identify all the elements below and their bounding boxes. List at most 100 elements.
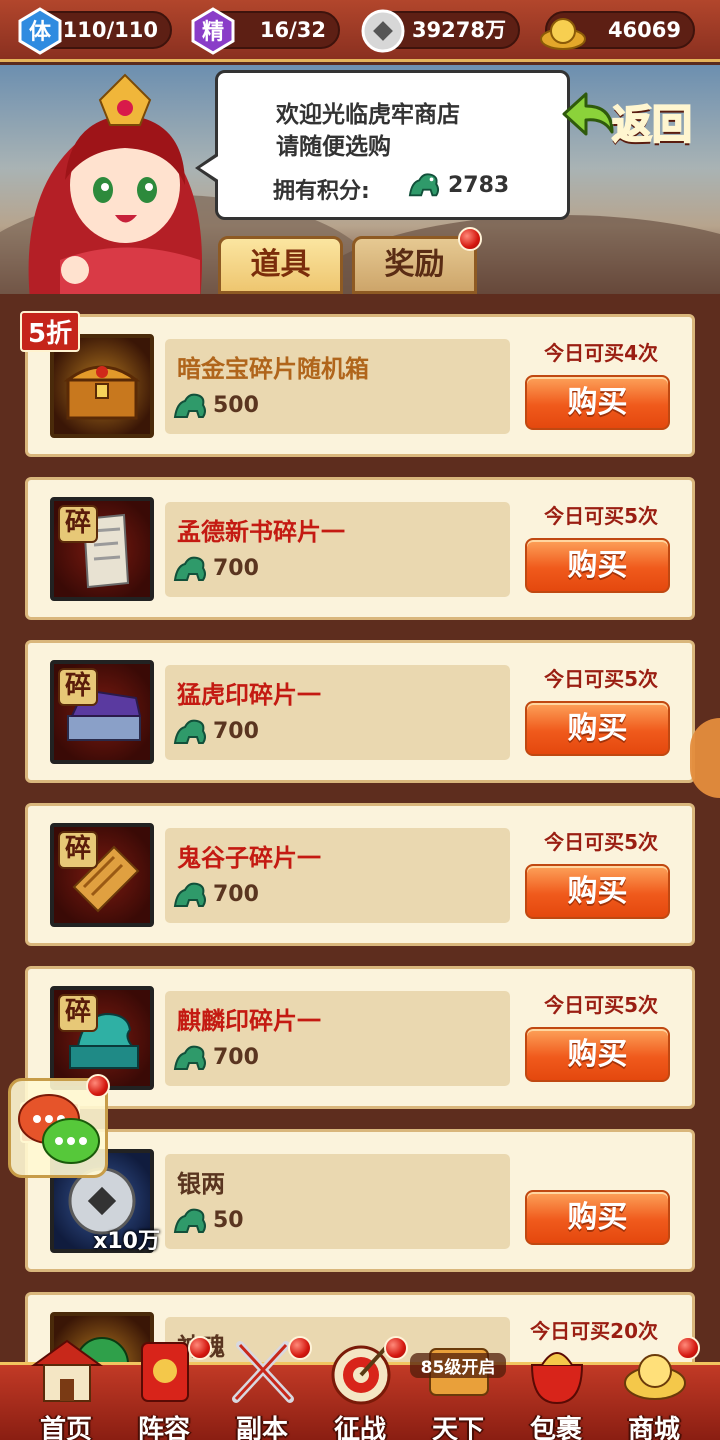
item-icon-frame[interactable]: 碎 — [50, 660, 154, 764]
shop-item-row: 碎 猛虎印碎片一 700 今日可买5次 购买 — [25, 640, 695, 783]
fragment-tag: 碎 — [58, 994, 98, 1032]
gold-counter[interactable]: 46069 — [540, 11, 695, 50]
gold-ingot-icon — [540, 18, 586, 50]
buy-button[interactable]: 购买 — [525, 375, 670, 430]
silver-value: 39278万 — [411, 18, 506, 42]
daily-limit-label: 今日可买5次 — [544, 504, 658, 528]
points-beast-icon — [173, 393, 206, 418]
nav-lineup-label: 阵容 — [137, 1415, 190, 1440]
item-name: 鬼谷子碎片一 — [177, 844, 321, 872]
item-info-panel: 猛虎印碎片一 700 — [165, 665, 510, 760]
stamina-counter[interactable]: 体 110/110 — [18, 7, 172, 55]
daily-limit-label: 今日可买5次 — [544, 830, 658, 854]
nav-bag[interactable]: 包裹 — [506, 1335, 606, 1440]
item-name: 麒麟印碎片一 — [177, 1007, 321, 1035]
buy-button[interactable]: 购买 — [525, 1027, 670, 1082]
nav-home[interactable]: 首页 — [16, 1335, 116, 1440]
shop-item-row: 碎 孟德新书碎片一 700 今日可买5次 购买 — [25, 477, 695, 620]
item-name: 猛虎印碎片一 — [177, 681, 321, 709]
item-price: 700 — [213, 719, 259, 744]
energy-icon: 精 — [191, 7, 235, 55]
resource-bar: 体 110/110 精 16/32 39278万 46069 — [0, 0, 720, 62]
speech-bubble-tail-fill — [200, 153, 223, 183]
nav-dungeon-notification-dot — [288, 1336, 312, 1360]
welcome-speech-bubble: 欢迎光临虎牢商店 请随便选购 拥有积分: 2783 — [215, 70, 570, 220]
item-info-panel: 鬼谷子碎片一 700 — [165, 828, 510, 923]
shop-item-row: 碎 鬼谷子碎片一 700 今日可买5次 购买 — [25, 803, 695, 946]
item-name: 暗金宝碎片随机箱 — [177, 355, 369, 383]
nav-bag-label: 包裹 — [529, 1415, 582, 1440]
points-beast-icon — [173, 556, 206, 581]
item-price: 700 — [213, 1045, 259, 1070]
item-icon-frame[interactable]: 碎 — [50, 823, 154, 927]
daily-limit-label: 今日可买5次 — [544, 667, 658, 691]
item-price: 700 — [213, 556, 259, 581]
gold-value: 46069 — [607, 18, 681, 42]
item-icon-frame[interactable]: 碎 — [50, 497, 154, 601]
nav-campaign-notification-dot — [384, 1336, 408, 1360]
shop-item-row: x10万 5折 银两 50 购买 — [20, 1102, 695, 1272]
coin-icon — [361, 9, 405, 53]
svg-text:精: 精 — [202, 19, 224, 45]
shop-item-list[interactable]: 5折 暗金宝碎片随机箱 500 今日可买4次 购买 碎 孟德新书碎片一 700 — [0, 294, 720, 1364]
nav-dungeon-label: 副本 — [235, 1415, 288, 1440]
fragment-tag: 碎 — [58, 831, 98, 869]
nav-world-label: 天下 — [431, 1415, 484, 1440]
nav-world-unlock-level: 85级开启 — [410, 1353, 506, 1378]
item-price: 700 — [213, 882, 259, 907]
tab-items-label: 道具 — [250, 247, 311, 282]
stamina-icon: 体 — [18, 7, 62, 55]
discount-badge: 5折 — [20, 311, 81, 352]
fragment-tag: 碎 — [58, 505, 98, 543]
points-beast-icon — [408, 173, 440, 197]
fragment-tag: 碎 — [58, 668, 98, 706]
buy-button[interactable]: 购买 — [525, 701, 670, 756]
nav-campaign-label: 征战 — [333, 1415, 386, 1440]
nav-shop-notification-dot — [676, 1336, 700, 1360]
points-beast-icon — [173, 882, 206, 907]
nav-lineup-notification-dot — [188, 1336, 212, 1360]
item-info-panel: 麒麟印碎片一 700 — [165, 991, 510, 1086]
tab-rewards-label: 奖励 — [384, 247, 445, 282]
item-name: 孟德新书碎片一 — [177, 518, 345, 546]
item-info-panel: 银两 50 — [165, 1154, 510, 1249]
points-value: 2783 — [448, 173, 510, 198]
home-palace-icon — [30, 1339, 104, 1402]
daily-limit-label: 今日可买5次 — [544, 993, 658, 1017]
back-label: 返回 — [611, 101, 693, 149]
item-price: 50 — [213, 1208, 244, 1233]
bag-icon — [530, 1352, 584, 1405]
nav-home-label: 首页 — [39, 1415, 92, 1440]
silver-counter[interactable]: 39278万 — [361, 9, 520, 53]
bottom-navigation: 首页 阵容 副本 征战 85级开启 天下 包裹 商城 — [0, 1339, 720, 1440]
item-info-panel: 孟德新书碎片一 700 — [165, 502, 510, 597]
tab-items[interactable]: 道具 — [218, 236, 343, 294]
nav-shop-label: 商城 — [627, 1415, 680, 1440]
buy-button[interactable]: 购买 — [525, 538, 670, 593]
back-button[interactable]: 返回 — [560, 88, 705, 149]
item-price: 500 — [213, 393, 259, 418]
buy-button[interactable]: 购买 — [525, 1190, 670, 1245]
welcome-line-1: 欢迎光临虎牢商店 — [276, 102, 460, 128]
points-beast-icon — [173, 719, 206, 744]
points-beast-icon — [173, 1045, 206, 1070]
item-info-panel: 暗金宝碎片随机箱 500 — [165, 339, 510, 434]
welcome-line-2: 请随便选购 — [276, 134, 391, 160]
svg-text:体: 体 — [29, 20, 52, 45]
stamina-value: 110/110 — [62, 18, 158, 42]
item-quantity: x10万 — [93, 1229, 160, 1254]
energy-counter[interactable]: 精 16/32 — [191, 7, 340, 55]
points-label: 拥有积分: — [273, 179, 370, 204]
tab-rewards[interactable]: 奖励 — [352, 236, 477, 294]
tab-rewards-notification-dot — [458, 227, 482, 251]
points-beast-icon — [173, 1208, 206, 1233]
item-name: 银两 — [177, 1170, 225, 1198]
shop-item-row: 碎 麒麟印碎片一 700 今日可买5次 购买 — [25, 966, 695, 1109]
chat-notification-dot — [86, 1074, 110, 1098]
shop-item-row: 5折 暗金宝碎片随机箱 500 今日可买4次 购买 — [20, 311, 695, 457]
energy-value: 16/32 — [259, 18, 326, 42]
back-arrow-icon — [562, 92, 614, 136]
daily-limit-label: 今日可买4次 — [544, 341, 658, 365]
buy-button[interactable]: 购买 — [525, 864, 670, 919]
nav-world[interactable]: 85级开启 天下 — [408, 1335, 508, 1440]
